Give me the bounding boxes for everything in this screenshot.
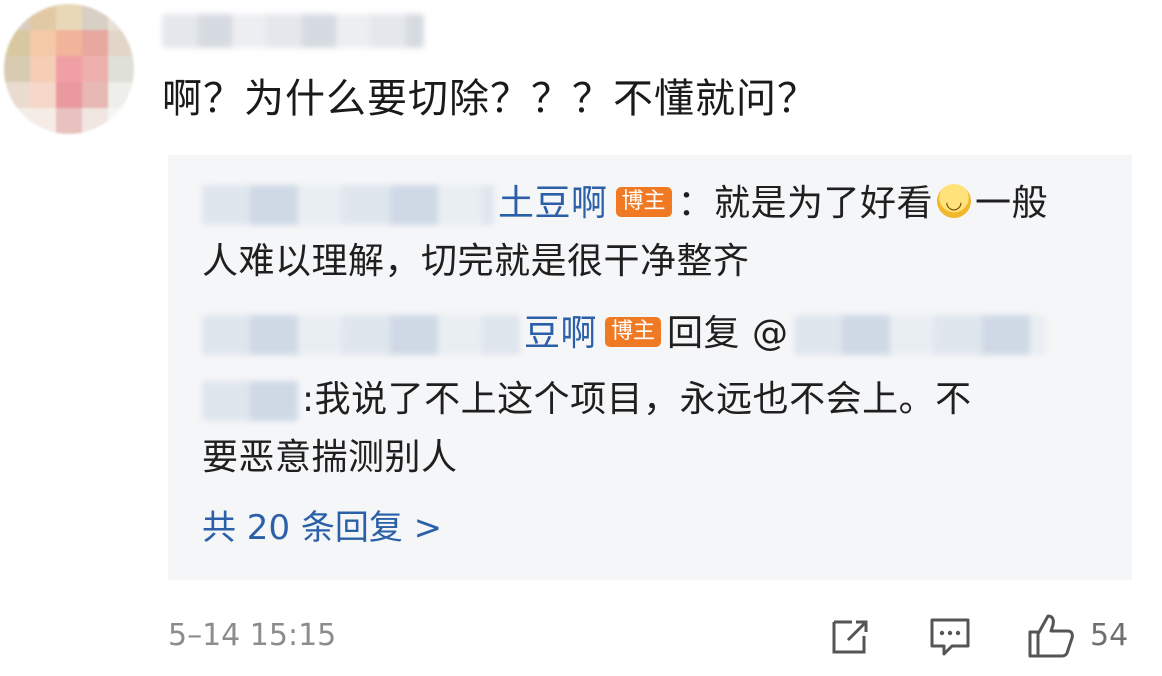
username-obscured[interactable] xyxy=(162,14,424,48)
reply-2-text: :我说了不上这个项目，永远也不会上。不 xyxy=(302,379,972,420)
reply-2-author[interactable]: 豆啊 xyxy=(524,313,597,354)
reply-1-author-obscured[interactable] xyxy=(202,185,494,225)
comment-icon[interactable] xyxy=(926,612,974,660)
comment-footer: 5–14 15:15 54 xyxy=(0,612,1162,662)
reply-2-line-1: 豆啊 博主 回复 @ xyxy=(202,311,1050,357)
like-count: 54 xyxy=(1090,618,1129,653)
mentioned-user-obscured-2[interactable] xyxy=(202,381,298,421)
share-icon[interactable] xyxy=(826,612,874,660)
reply-1-line-1: 土豆啊 博主 ：就是为了好看 ◡ 一般 xyxy=(202,181,1048,227)
reply-1-line-2: 人难以理解，切完就是很干净整齐 xyxy=(202,241,750,282)
reply-1-text-continued: 一般 xyxy=(975,183,1049,224)
more-replies-link[interactable]: 共 20 条回复 > xyxy=(202,505,442,551)
reply-1-text: ：就是为了好看 xyxy=(677,183,934,224)
reply-2-author-obscured[interactable] xyxy=(202,315,520,355)
reply-2-line-3: 要恶意揣测别人 xyxy=(202,437,458,478)
mentioned-user-obscured[interactable] xyxy=(794,315,1047,355)
author-badge: 博主 xyxy=(605,317,662,347)
reply-label: 回复 @ xyxy=(667,313,789,354)
author-badge: 博主 xyxy=(615,187,672,217)
avatar[interactable] xyxy=(4,4,134,134)
comment-text: 啊？为什么要切除？？？不懂就问？ xyxy=(162,76,818,122)
thumbs-up-icon[interactable] xyxy=(1026,612,1074,660)
timestamp: 5–14 15:15 xyxy=(168,618,337,653)
reply-thread[interactable]: 土豆啊 博主 ：就是为了好看 ◡ 一般 人难以理解，切完就是很干净整齐 豆啊 博主 回复 @… xyxy=(168,155,1132,580)
laugh-cry-emoji-icon: ◡ xyxy=(937,184,972,218)
reply-2-line-2: :我说了不上这个项目，永远也不会上。不 xyxy=(202,377,972,423)
reply-1-author[interactable]: 土豆啊 xyxy=(498,183,608,224)
